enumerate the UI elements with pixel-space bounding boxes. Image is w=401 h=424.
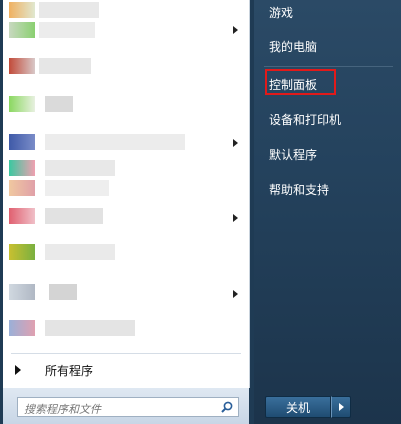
list-item[interactable] bbox=[9, 2, 229, 20]
search-icon[interactable] bbox=[220, 400, 234, 414]
program-list-pane: 所有程序 bbox=[3, 0, 250, 388]
list-item[interactable] bbox=[9, 320, 229, 338]
separator bbox=[11, 353, 241, 354]
submenu-arrow-icon[interactable] bbox=[233, 290, 238, 298]
program-label-blurred bbox=[39, 22, 95, 38]
list-item[interactable] bbox=[9, 160, 229, 178]
program-icon bbox=[9, 208, 35, 224]
list-item[interactable] bbox=[9, 96, 229, 114]
program-icon bbox=[9, 284, 35, 300]
submenu-arrow-icon[interactable] bbox=[233, 139, 238, 147]
program-label-blurred bbox=[45, 320, 135, 336]
submenu-arrow-icon[interactable] bbox=[233, 26, 238, 34]
triangle-right-icon bbox=[15, 365, 21, 375]
program-label-blurred bbox=[45, 180, 109, 196]
search-area bbox=[3, 388, 249, 424]
program-label-blurred bbox=[45, 208, 103, 224]
shutdown-options-arrow-icon[interactable] bbox=[331, 396, 351, 418]
all-programs-button[interactable]: 所有程序 bbox=[3, 356, 249, 384]
right-pane: 游戏 我的电脑 控制面板 设备和打印机 默认程序 帮助和支持 bbox=[254, 0, 401, 424]
menu-item-computer[interactable]: 我的电脑 bbox=[269, 36, 317, 57]
program-icon bbox=[9, 180, 35, 196]
program-icon bbox=[9, 58, 35, 74]
program-label-blurred bbox=[45, 134, 185, 150]
submenu-arrow-icon[interactable] bbox=[233, 214, 238, 222]
list-item[interactable] bbox=[9, 58, 229, 76]
program-icon bbox=[9, 160, 35, 176]
all-programs-label: 所有程序 bbox=[45, 364, 94, 378]
list-item[interactable] bbox=[9, 284, 229, 302]
menu-item-devices-printers[interactable]: 设备和打印机 bbox=[269, 109, 341, 130]
program-label-blurred bbox=[45, 96, 73, 112]
list-item[interactable] bbox=[9, 208, 229, 226]
program-label-blurred bbox=[49, 284, 77, 300]
program-icon bbox=[9, 96, 35, 112]
search-input[interactable] bbox=[18, 400, 214, 419]
list-item[interactable] bbox=[9, 180, 229, 198]
menu-item-help-support[interactable]: 帮助和支持 bbox=[269, 179, 329, 200]
menu-item-games[interactable]: 游戏 bbox=[269, 2, 293, 23]
program-icon bbox=[9, 2, 35, 18]
list-item[interactable] bbox=[9, 22, 229, 40]
shutdown-button[interactable]: 关机 bbox=[265, 396, 331, 418]
program-icon bbox=[9, 320, 35, 336]
program-label-blurred bbox=[45, 244, 115, 260]
menu-item-default-programs[interactable]: 默认程序 bbox=[269, 144, 317, 165]
list-item[interactable] bbox=[9, 134, 229, 152]
menu-item-control-panel[interactable]: 控制面板 bbox=[269, 74, 317, 95]
list-item[interactable] bbox=[9, 244, 229, 262]
program-icon bbox=[9, 244, 35, 260]
program-label-blurred bbox=[39, 58, 91, 74]
program-label-blurred bbox=[39, 2, 99, 18]
separator bbox=[264, 66, 393, 67]
program-label-blurred bbox=[45, 160, 115, 176]
program-icon bbox=[9, 22, 35, 38]
program-icon bbox=[9, 134, 35, 150]
search-box[interactable] bbox=[17, 397, 239, 419]
